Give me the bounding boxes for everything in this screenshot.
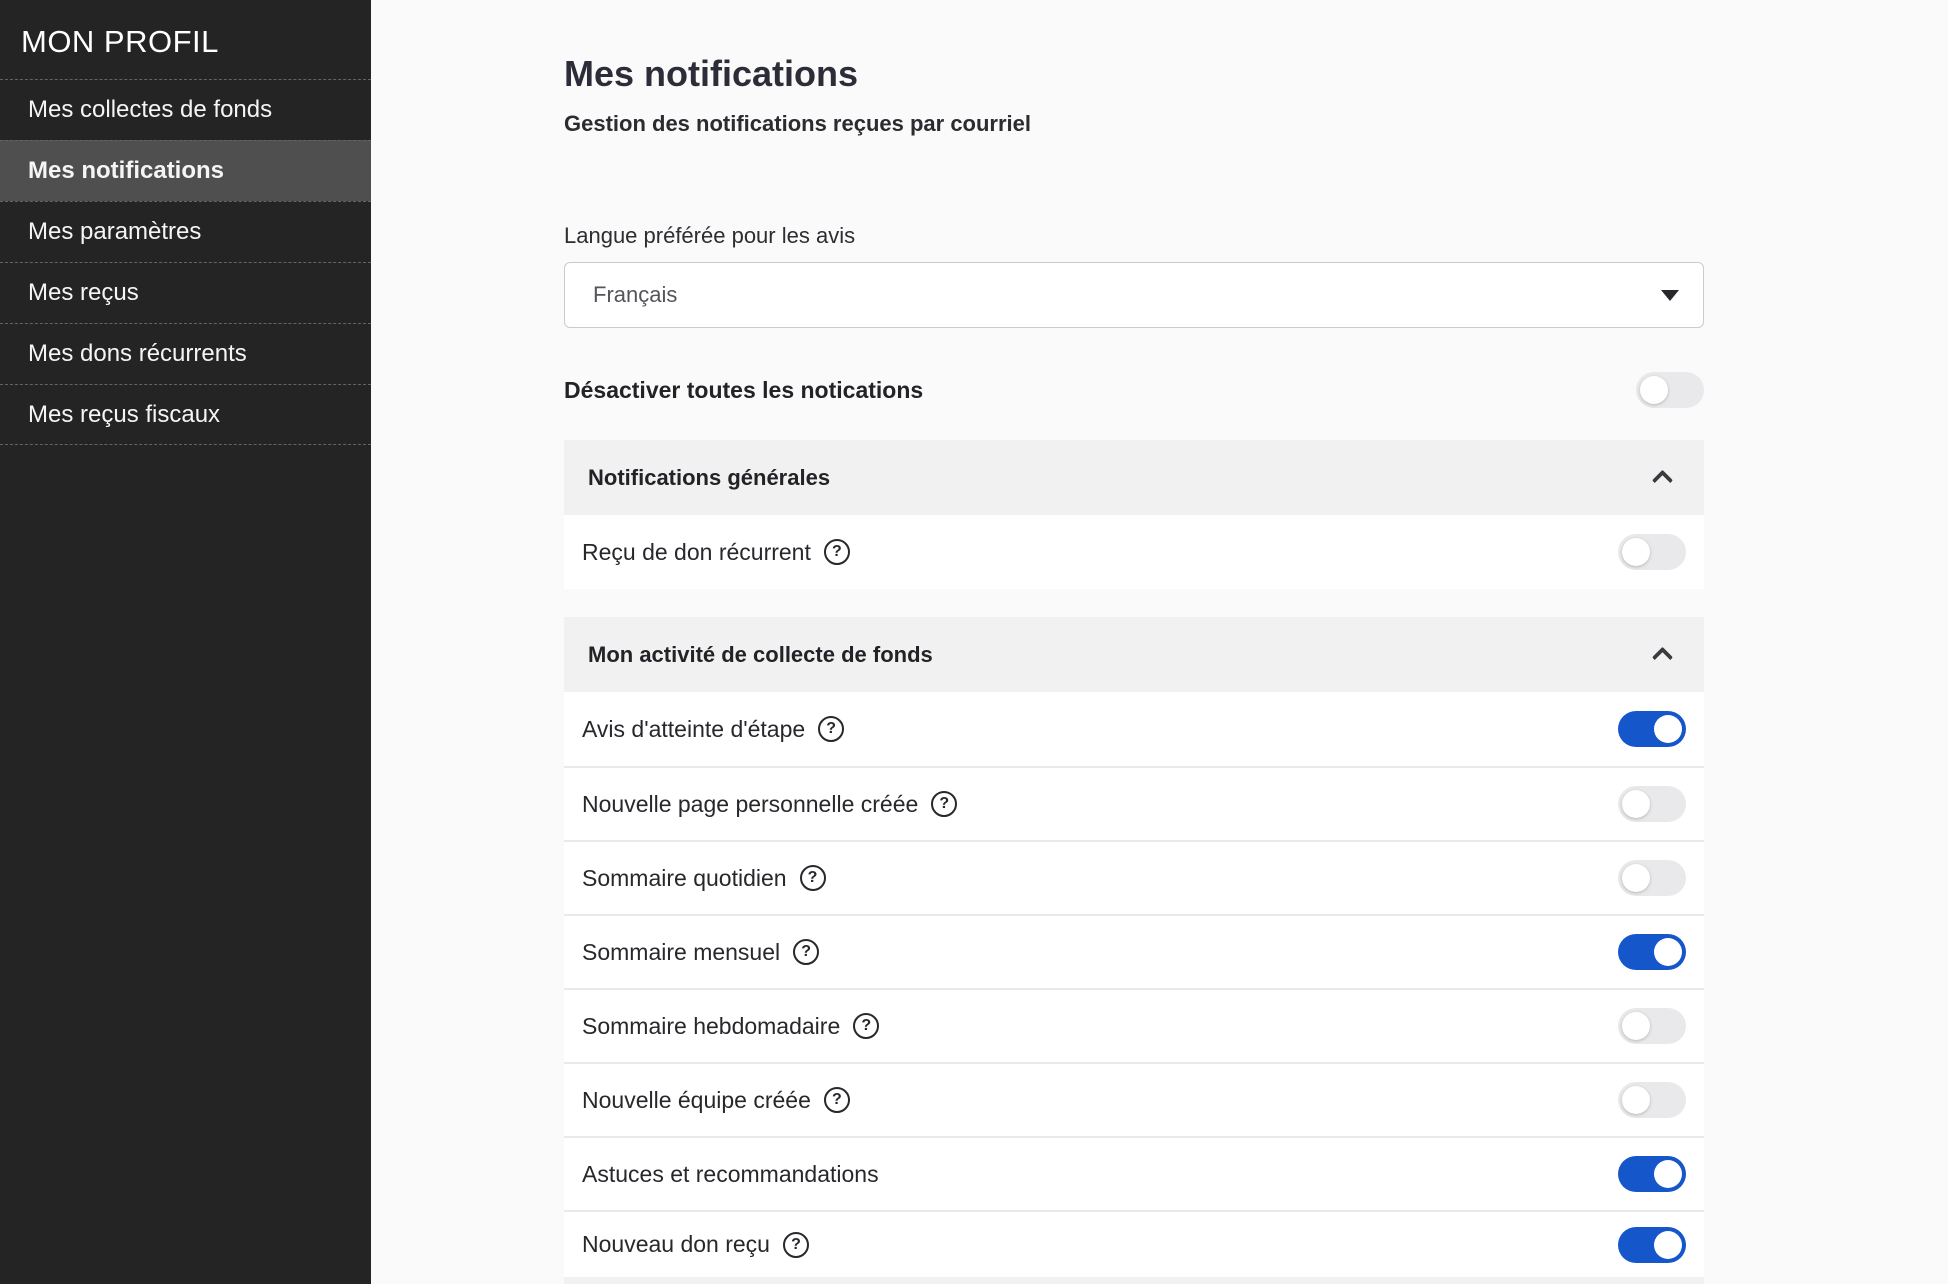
- section-mon-activite: Mon activité de collecte de fonds Avis d…: [564, 617, 1704, 1284]
- help-icon[interactable]: ?: [783, 1232, 809, 1258]
- sidebar-item-notifications[interactable]: Mes notifications: [0, 140, 371, 201]
- help-icon[interactable]: ?: [824, 539, 850, 565]
- row-label: Avis d'atteinte d'étape: [582, 716, 805, 743]
- toggle-nouvelle-equipe[interactable]: [1618, 1082, 1686, 1118]
- toggle-sommaire-mensuel[interactable]: [1618, 934, 1686, 970]
- row-recu-don-recurrent: Reçu de don récurrent ?: [564, 515, 1704, 589]
- chevron-up-icon[interactable]: [1652, 647, 1673, 668]
- sidebar-item-parametres[interactable]: Mes paramètres: [0, 201, 371, 262]
- caret-down-icon: [1661, 290, 1679, 301]
- profile-sidebar: MON PROFIL Mes collectes de fonds Mes no…: [0, 0, 371, 1284]
- toggle-sommaire-quotidien[interactable]: [1618, 860, 1686, 896]
- toggle-nouveau-don-recu[interactable]: [1618, 1227, 1686, 1263]
- row-label: Sommaire hebdomadaire: [582, 1013, 840, 1040]
- row-label: Nouvelle équipe créée: [582, 1087, 811, 1114]
- section-header-notifications-generales[interactable]: Notifications générales: [564, 440, 1704, 515]
- chevron-up-icon[interactable]: [1652, 470, 1673, 491]
- help-icon[interactable]: ?: [824, 1087, 850, 1113]
- language-select-value: Français: [593, 282, 677, 308]
- row-label: Sommaire quotidien: [582, 865, 787, 892]
- sidebar-nav: Mes collectes de fonds Mes notifications…: [0, 79, 371, 445]
- help-icon[interactable]: ?: [931, 791, 957, 817]
- row-nouvelle-page-personnelle: Nouvelle page personnelle créée ?: [564, 766, 1704, 840]
- disable-all-toggle[interactable]: [1636, 372, 1704, 408]
- sidebar-item-recus-fiscaux[interactable]: Mes reçus fiscaux: [0, 384, 371, 445]
- sidebar-item-dons-recurrents[interactable]: Mes dons récurrents: [0, 323, 371, 384]
- row-label: Astuces et recommandations: [582, 1161, 879, 1188]
- toggle-recu-don-recurrent[interactable]: [1618, 534, 1686, 570]
- disable-all-row: Désactiver toutes les notications: [564, 368, 1704, 412]
- language-label: Langue préférée pour les avis: [564, 222, 1704, 250]
- row-label: Nouveau don reçu: [582, 1231, 770, 1258]
- row-sommaire-quotidien: Sommaire quotidien ?: [564, 840, 1704, 914]
- page-title: Mes notifications: [564, 52, 1704, 96]
- section-title: Notifications générales: [588, 465, 830, 491]
- section-header-mon-activite[interactable]: Mon activité de collecte de fonds: [564, 617, 1704, 692]
- sidebar-item-collectes[interactable]: Mes collectes de fonds: [0, 79, 371, 140]
- help-icon[interactable]: ?: [800, 865, 826, 891]
- toggle-avis-atteinte-etape[interactable]: [1618, 711, 1686, 747]
- row-sommaire-mensuel: Sommaire mensuel ?: [564, 914, 1704, 988]
- section-title: Mon activité de collecte de fonds: [588, 642, 933, 668]
- notifications-settings-page: Mes notifications Gestion des notificati…: [564, 0, 1704, 1284]
- row-label: Reçu de don récurrent: [582, 539, 811, 566]
- toggle-nouvelle-page-personnelle[interactable]: [1618, 786, 1686, 822]
- row-avis-atteinte-etape: Avis d'atteinte d'étape ?: [564, 692, 1704, 766]
- row-astuces-recommandations: Astuces et recommandations ?: [564, 1136, 1704, 1210]
- section-notifications-generales: Notifications générales Reçu de don récu…: [564, 440, 1704, 589]
- language-select[interactable]: Français: [564, 262, 1704, 328]
- row-nouvelle-equipe: Nouvelle équipe créée ?: [564, 1062, 1704, 1136]
- disable-all-label: Désactiver toutes les notications: [564, 377, 923, 404]
- sidebar-item-recus[interactable]: Mes reçus: [0, 262, 371, 323]
- help-icon[interactable]: ?: [793, 939, 819, 965]
- section-rows: Reçu de don récurrent ?: [564, 515, 1704, 589]
- help-icon[interactable]: ?: [818, 716, 844, 742]
- row-label: Sommaire mensuel: [582, 939, 780, 966]
- row-label: Nouvelle page personnelle créée: [582, 791, 918, 818]
- next-section-sliver: [564, 1277, 1704, 1284]
- help-icon[interactable]: ?: [853, 1013, 879, 1039]
- row-nouveau-don-recu: Nouveau don reçu ?: [564, 1210, 1704, 1277]
- page-subtitle: Gestion des notifications reçues par cou…: [564, 110, 1704, 138]
- sidebar-title: MON PROFIL: [0, 0, 371, 79]
- toggle-sommaire-hebdomadaire[interactable]: [1618, 1008, 1686, 1044]
- row-sommaire-hebdomadaire: Sommaire hebdomadaire ?: [564, 988, 1704, 1062]
- section-rows: Avis d'atteinte d'étape ? Nouvelle page …: [564, 692, 1704, 1284]
- toggle-astuces-recommandations[interactable]: [1618, 1156, 1686, 1192]
